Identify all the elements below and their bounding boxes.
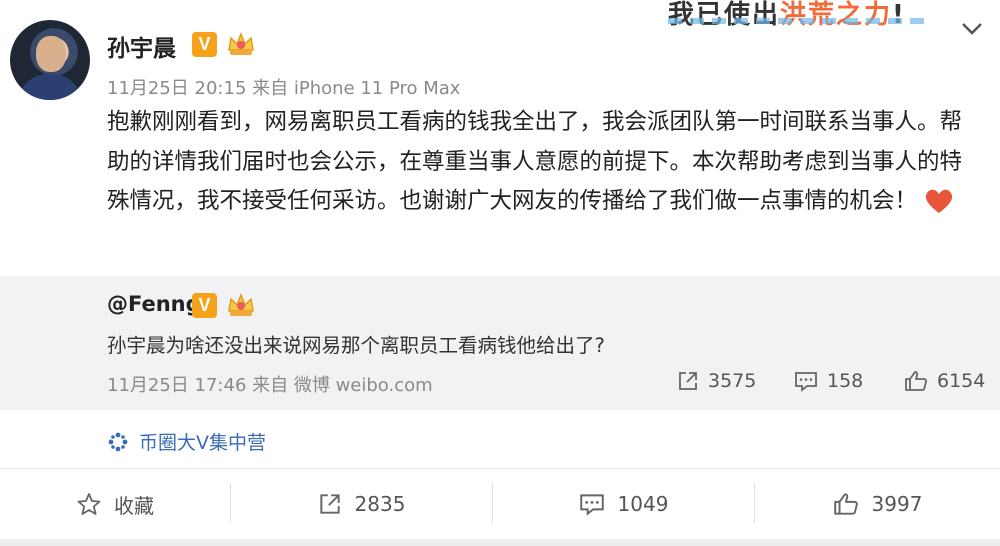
author-name[interactable]: 孙宇晨 [107, 29, 176, 63]
post-body: 抱歉刚刚看到，网易离职员工看病的钱我全出了，我会派团队第一时间联系当事人。帮助的… [107, 103, 977, 222]
favorite-label: 收藏 [114, 493, 154, 518]
topic-label: 币圈大V集中营 [139, 432, 266, 454]
post-time: 11月25日 20:15 [107, 78, 247, 99]
comment-icon [795, 372, 817, 392]
avatar-suit [18, 74, 82, 100]
chevron-down-icon[interactable] [958, 18, 986, 40]
repost-user[interactable]: @Fenng [107, 292, 201, 316]
star-icon [77, 493, 101, 515]
repost-share-count: 3575 [708, 370, 757, 392]
repost-share-button[interactable]: 3575 [676, 368, 756, 394]
bottom-separator [0, 539, 1000, 546]
repost-source: 来自 微博 weibo.com [252, 375, 433, 396]
repost-verified-badge-icon: V [192, 293, 217, 318]
heart-emoji-icon [925, 189, 953, 213]
thumbs-up-icon [833, 493, 858, 515]
repost-time: 11月25日 17:46 [107, 375, 247, 396]
sticker-decoration [668, 18, 928, 24]
repost-like-count: 6154 [937, 370, 986, 392]
share-icon [319, 494, 340, 514]
favorite-button[interactable]: 收藏 [0, 469, 230, 539]
thumbs-up-icon [905, 371, 927, 391]
like-count: 3997 [871, 492, 923, 516]
repost-meta: 11月25日 17:46 来自 微博 weibo.com [107, 371, 433, 397]
comment-button[interactable]: 1049 [492, 469, 754, 539]
avatar[interactable] [10, 20, 90, 100]
comment-icon [579, 494, 604, 516]
repost-text: 孙宇晨为啥还没出来说网易那个离职员工看病钱他给出了? [107, 334, 605, 357]
repost-comment-count: 158 [827, 370, 864, 392]
post-source: 来自 iPhone 11 Pro Max [252, 78, 461, 99]
share-icon [679, 372, 697, 390]
like-button[interactable]: 3997 [754, 469, 1000, 539]
post-text: 抱歉刚刚看到，网易离职员工看病的钱我全出了，我会派团队第一时间联系当事人。帮助的… [107, 109, 963, 214]
sticker-banner: 我已使出洪荒之力! [668, 0, 968, 28]
topic-link[interactable]: 币圈大V集中营 [107, 428, 266, 455]
post-meta: 11月25日 20:15 来自 iPhone 11 Pro Max [107, 74, 460, 100]
share-count: 2835 [354, 492, 406, 516]
repost-card[interactable]: @Fenng V 孙宇晨为啥还没出来说网易那个离职员工看病钱他给出了? 11月2… [0, 276, 1000, 410]
pinwheel-icon [108, 432, 128, 451]
repost-comment-button[interactable]: 158 [793, 368, 863, 394]
repost-like-button[interactable]: 6154 [903, 368, 985, 394]
vip-crown-icon [228, 31, 254, 55]
repost-vip-crown-icon [228, 292, 254, 316]
comment-count: 1049 [617, 492, 669, 516]
action-bar: 收藏 2835 1049 3997 [0, 469, 1000, 539]
verified-badge-icon: V [192, 32, 217, 57]
share-button[interactable]: 2835 [230, 469, 492, 539]
avatar-face [36, 36, 66, 72]
